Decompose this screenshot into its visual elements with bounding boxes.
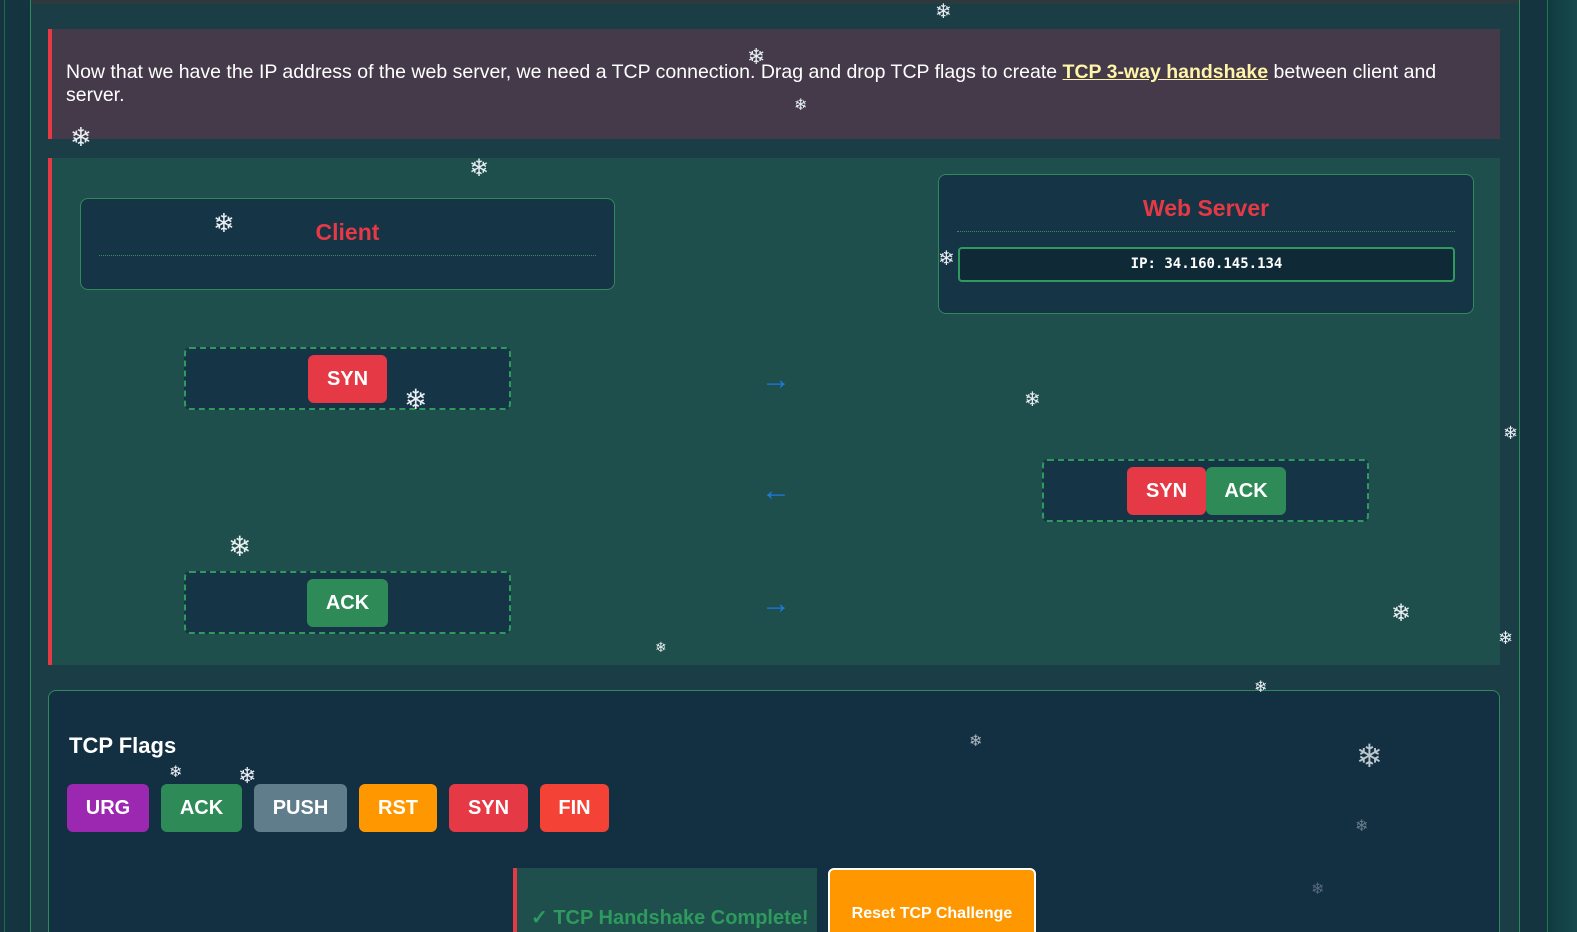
arrow-right-step3: → bbox=[761, 587, 791, 620]
snowflake-icon: ❄ bbox=[238, 763, 257, 788]
flag-rst[interactable]: RST bbox=[359, 784, 437, 832]
flag-fin[interactable]: FIN bbox=[540, 784, 609, 832]
snowflake-icon: ❄ bbox=[228, 531, 252, 562]
snowflake-icon: ❄ bbox=[469, 155, 490, 182]
snowflake-icon: ❄ bbox=[169, 764, 183, 781]
snowflake-icon: ❄ bbox=[1024, 389, 1041, 411]
snowflake-icon: ❄ bbox=[1498, 628, 1514, 648]
snowflake-icon: ❄ bbox=[935, 1, 952, 23]
snowflake-icon: ❄ bbox=[1355, 818, 1369, 835]
tcp-flags-panel: TCP Flags URG ACK PUSH RST SYN FIN ✓ TCP… bbox=[48, 690, 1500, 932]
snowflake-icon: ❄ bbox=[213, 208, 235, 238]
arrow-left-step2: ← bbox=[761, 474, 791, 507]
client-dropzone-step3[interactable]: ACK bbox=[184, 571, 511, 634]
snowflake-icon: ❄ bbox=[1391, 600, 1412, 627]
flag-ack-step3[interactable]: ACK bbox=[307, 579, 388, 627]
flag-push[interactable]: PUSH bbox=[254, 784, 347, 832]
snowflake-icon: ❄ bbox=[1503, 423, 1519, 443]
server-dropzone-step2[interactable]: SYN ACK bbox=[1042, 459, 1369, 522]
instruction-banner: Now that we have the IP address of the w… bbox=[48, 29, 1500, 139]
snowflake-icon: ❄ bbox=[794, 97, 808, 114]
top-border bbox=[0, 0, 1577, 4]
instruction-text: Now that we have the IP address of the w… bbox=[66, 61, 1063, 83]
tcp-handshake-link[interactable]: TCP 3-way handshake bbox=[1063, 61, 1269, 83]
flag-urg[interactable]: URG bbox=[67, 784, 149, 832]
snowflake-icon: ❄ bbox=[1311, 881, 1325, 898]
flag-syn-step1[interactable]: SYN bbox=[308, 355, 387, 403]
server-divider bbox=[957, 231, 1455, 232]
snowflake-icon: ❄ bbox=[70, 122, 92, 152]
snowflake-icon: ❄ bbox=[747, 44, 766, 69]
snowflake-icon: ❄ bbox=[1254, 679, 1268, 696]
reset-tcp-button[interactable]: Reset TCP Challenge bbox=[828, 868, 1036, 932]
handshake-status: ✓ TCP Handshake Complete! bbox=[513, 868, 817, 932]
snowflake-icon: ❄ bbox=[1356, 738, 1383, 774]
snowflake-icon: ❄ bbox=[969, 733, 983, 750]
right-frame bbox=[1519, 0, 1577, 932]
flag-ack[interactable]: ACK bbox=[161, 784, 242, 832]
server-card: Web Server IP: 34.160.145.134 bbox=[938, 174, 1474, 314]
flag-syn-step2[interactable]: SYN bbox=[1127, 467, 1206, 515]
snowflake-icon: ❄ bbox=[938, 248, 955, 270]
server-ip: IP: 34.160.145.134 bbox=[958, 247, 1455, 282]
handshake-stage: Client Web Server IP: 34.160.145.134 SYN… bbox=[48, 158, 1500, 665]
flag-ack-step2[interactable]: ACK bbox=[1206, 467, 1286, 515]
client-divider bbox=[99, 255, 596, 256]
client-title: Client bbox=[315, 219, 380, 245]
snowflake-icon: ❄ bbox=[404, 384, 428, 415]
server-title: Web Server bbox=[1142, 195, 1270, 221]
flag-syn[interactable]: SYN bbox=[449, 784, 528, 832]
client-dropzone-step1[interactable]: SYN bbox=[184, 347, 511, 410]
arrow-right-step1: → bbox=[761, 363, 791, 396]
tcp-flags-title: TCP Flags bbox=[69, 733, 177, 758]
left-frame bbox=[0, 0, 31, 932]
snowflake-icon: ❄ bbox=[655, 639, 667, 655]
page: Now that we have the IP address of the w… bbox=[0, 0, 1577, 932]
client-card: Client bbox=[80, 198, 615, 290]
